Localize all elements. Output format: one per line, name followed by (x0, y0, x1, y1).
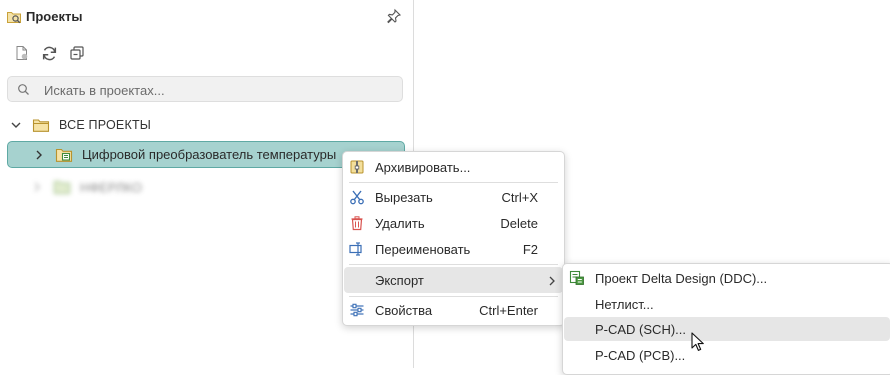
properties-icon (350, 303, 364, 317)
menu-item-label: Удалить (375, 216, 425, 231)
tree-root-label: ВСЕ ПРОЕКТЫ (59, 118, 152, 132)
collapse-all-button[interactable] (66, 42, 88, 64)
tree-root-all-projects[interactable]: ВСЕ ПРОЕКТЫ (10, 112, 151, 138)
menu-item-shortcut: Ctrl+X (501, 190, 538, 205)
menu-item-label: Проект Delta Design (DDC)... (595, 271, 768, 286)
project-name: НФЕРЛКО (80, 179, 142, 195)
menu-item-label: Нетлист... (595, 297, 654, 312)
menu-item-label: Экспорт (375, 273, 424, 288)
menu-item-shortcut: Ctrl+Enter (479, 303, 538, 318)
export-item-ddc[interactable]: Проект Delta Design (DDC)... (564, 266, 890, 290)
chevron-right-icon (549, 276, 555, 286)
export-submenu: Проект Delta Design (DDC)... Нетлист... … (562, 263, 890, 375)
chevron-right-icon[interactable] (31, 181, 43, 193)
menu-separator (349, 264, 558, 265)
scissors-icon (350, 190, 364, 205)
menu-item-label: Переименовать (375, 242, 471, 257)
menu-item-properties[interactable]: Свойства Ctrl+Enter (344, 298, 563, 322)
export-item-pcad-pcb[interactable]: P-CAD (PCB)... (564, 343, 890, 367)
trash-icon (351, 216, 363, 231)
rename-icon (349, 242, 362, 256)
folder-icon (32, 119, 50, 132)
menu-item-archive[interactable]: Архивировать... (344, 155, 563, 179)
panel-header: Проекты (0, 0, 413, 34)
mouse-cursor-icon (691, 332, 704, 351)
panel-title: Проекты (26, 9, 83, 24)
menu-item-label: Архивировать... (375, 160, 471, 175)
export-item-netlist[interactable]: Нетлист... (564, 292, 890, 316)
project-folder-icon (55, 148, 73, 162)
menu-item-label: P-CAD (SCH)... (595, 322, 686, 337)
project-folder-icon (53, 180, 71, 194)
pin-icon[interactable] (386, 8, 402, 24)
menu-item-label: Вырезать (375, 190, 433, 205)
project-search (7, 76, 403, 102)
context-menu: Архивировать... Вырезать Ctrl+X Удалить … (342, 151, 565, 326)
menu-item-cut[interactable]: Вырезать Ctrl+X (344, 185, 563, 209)
chevron-down-icon[interactable] (10, 119, 22, 131)
project-name: Цифровой преобразователь температуры (82, 147, 337, 162)
menu-item-shortcut: Delete (500, 216, 538, 231)
menu-item-export[interactable]: Экспорт (344, 267, 563, 293)
archive-icon (350, 160, 364, 174)
menu-item-label: P-CAD (PCB)... (595, 348, 686, 363)
projects-icon (7, 12, 21, 24)
refresh-icon (42, 46, 56, 60)
new-document-icon (16, 46, 28, 60)
search-input[interactable] (42, 80, 396, 100)
menu-item-shortcut: F2 (522, 242, 538, 257)
menu-item-label: Свойства (375, 303, 433, 318)
menu-item-rename[interactable]: Переименовать F2 (344, 237, 563, 261)
menu-separator (349, 182, 558, 183)
delta-design-icon (569, 270, 584, 285)
search-icon (18, 84, 29, 95)
new-project-button[interactable] (11, 42, 33, 64)
menu-item-delete[interactable]: Удалить Delete (344, 211, 563, 235)
tree-item-blurred-project[interactable]: НФЕРЛКО (31, 174, 142, 200)
menu-separator (349, 296, 558, 297)
refresh-button[interactable] (38, 42, 60, 64)
export-item-pcad-sch[interactable]: P-CAD (SCH)... (564, 317, 890, 341)
collapse-all-icon (70, 46, 84, 60)
chevron-right-icon[interactable] (33, 149, 45, 161)
